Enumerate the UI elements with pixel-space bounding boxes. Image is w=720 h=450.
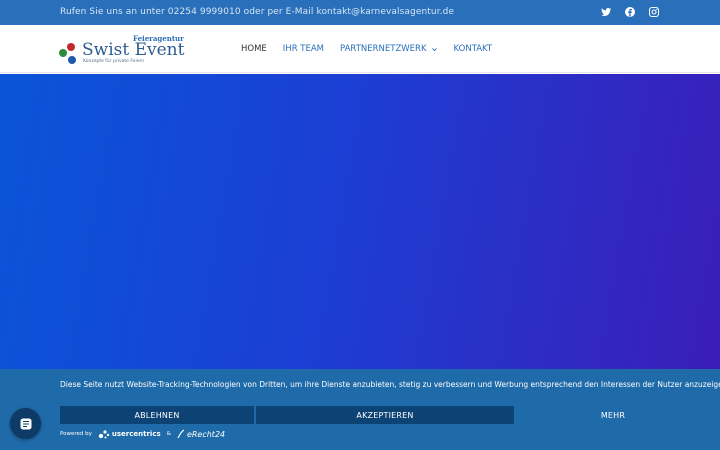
main-nav: HOME IHR TEAM PARTNERNETZWERK KONTAKT — [241, 44, 508, 54]
cookie-consent-banner: Diese Seite nutzt Website-Tracking-Techn… — [0, 369, 720, 450]
nav-partnernetzwerk-label: PARTNERNETZWERK — [340, 44, 427, 54]
usercentrics-logo[interactable]: usercentrics — [98, 429, 161, 439]
decline-button[interactable]: ABLEHNEN — [60, 406, 254, 424]
nav-ihr-team-label: IHR TEAM — [282, 44, 325, 54]
nav-home-label: HOME — [241, 44, 267, 54]
facebook-icon[interactable] — [624, 6, 636, 18]
instagram-icon[interactable] — [648, 6, 660, 18]
logo-name: Swist Event — [82, 40, 185, 60]
nav-partnernetzwerk[interactable]: PARTNERNETZWERK — [340, 44, 438, 54]
fingerprint-icon — [20, 418, 31, 429]
powered-by: Powered by usercentrics & eRecht24 — [60, 429, 225, 439]
erecht24-label: eRecht24 — [186, 429, 226, 439]
erecht24-icon — [177, 429, 185, 439]
logo-tagline: Konzepte für private Feiern — [83, 59, 145, 64]
top-contact-bar: Rufen Sie uns an unter 02254 9999010 ode… — [0, 0, 720, 25]
erecht24-logo[interactable]: eRecht24 — [177, 429, 225, 439]
consent-message: Diese Seite nutzt Website-Tracking-Techn… — [60, 380, 720, 389]
nav-home[interactable]: HOME — [241, 44, 267, 54]
chevron-down-icon — [431, 47, 437, 51]
nav-kontakt[interactable]: KONTAKT — [454, 44, 493, 54]
twitter-icon[interactable] — [600, 6, 612, 18]
nav-ihr-team[interactable]: IHR TEAM — [283, 44, 324, 54]
privacy-settings-button[interactable] — [10, 408, 41, 439]
accept-button[interactable]: AKZEPTIEREN — [256, 406, 514, 424]
site-logo[interactable]: Feieragentur Swist Event Konzepte für pr… — [58, 34, 198, 66]
nav-kontakt-label: KONTAKT — [453, 44, 493, 54]
hero-banner — [0, 74, 720, 370]
powered-by-label: Powered by — [60, 431, 92, 437]
usercentrics-icon — [98, 430, 110, 439]
site-header: Feieragentur Swist Event Konzepte für pr… — [0, 25, 720, 73]
contact-info: Rufen Sie uns an unter 02254 9999010 ode… — [60, 7, 455, 17]
logo-dots-icon — [59, 43, 76, 64]
usercentrics-label: usercentrics — [111, 430, 161, 438]
social-links — [600, 6, 660, 18]
more-button[interactable]: MEHR — [516, 406, 710, 424]
ampersand: & — [166, 431, 171, 437]
